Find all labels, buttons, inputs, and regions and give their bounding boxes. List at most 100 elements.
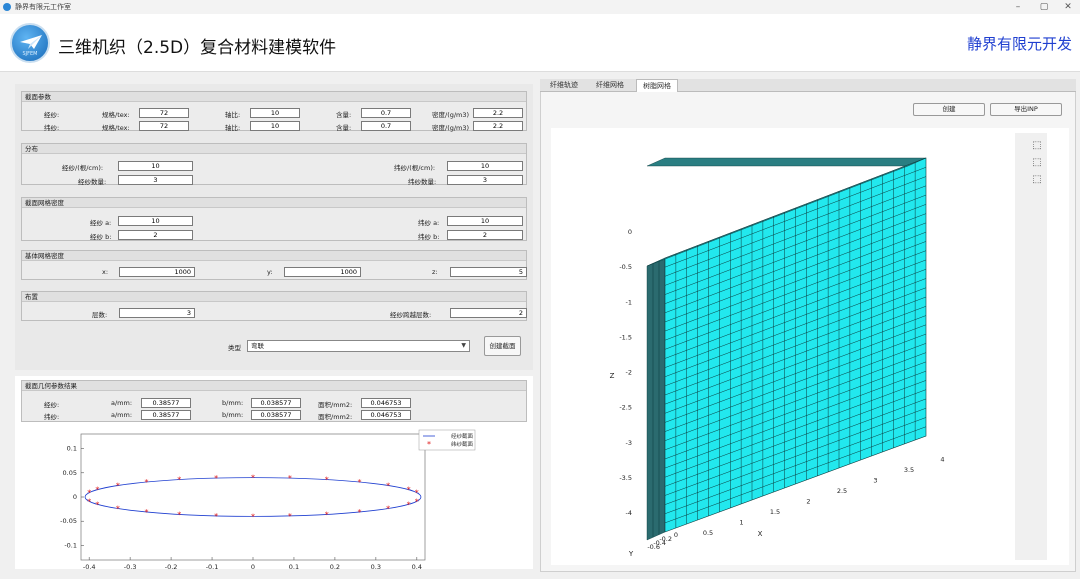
x-tick-label: 3 bbox=[873, 477, 877, 485]
y-tick-label: 0 bbox=[674, 531, 678, 539]
cross-layers-input[interactable] bbox=[450, 308, 527, 318]
warp-count-input[interactable] bbox=[118, 175, 193, 185]
weft-density-count-label: 纬纱/(根/cm): bbox=[394, 164, 436, 172]
cube-front-icon[interactable]: ⬚ bbox=[1031, 140, 1043, 152]
x-tick-label: 2 bbox=[806, 498, 810, 506]
warp-spec-input[interactable] bbox=[139, 108, 189, 118]
weft-section-marker: * bbox=[288, 474, 292, 483]
x-tick-label: 2.5 bbox=[837, 487, 847, 495]
weft-spec-label: 规格/tex: bbox=[102, 124, 130, 132]
z-input[interactable] bbox=[450, 267, 527, 277]
z-tick-label: -1.5 bbox=[619, 333, 632, 341]
section-params-title: 截面参数 bbox=[22, 92, 526, 102]
warp-content-input[interactable] bbox=[361, 108, 411, 118]
weft-section-marker: * bbox=[415, 497, 419, 506]
weft-section-marker: * bbox=[325, 476, 329, 485]
z-tick-label: 0 bbox=[628, 228, 632, 236]
weft-label: 纬纱: bbox=[44, 124, 60, 132]
warp-count-label: 经纱数量: bbox=[78, 178, 107, 186]
weft-a-label: 纬纱 a: bbox=[418, 219, 440, 227]
input-panel: 截面参数 经纱: 规格/tex: 轴比: 含量: 密度/(g/m3) 纬纱: 规… bbox=[15, 84, 533, 370]
y-input[interactable] bbox=[284, 267, 361, 277]
tab-fiber-mesh[interactable]: 纤维网格 bbox=[590, 79, 630, 92]
z-tick-label: -0.5 bbox=[619, 263, 632, 271]
weft-section-marker: * bbox=[95, 500, 99, 509]
close-button[interactable]: ✕ bbox=[1058, 0, 1078, 14]
x-tick-label: 0.5 bbox=[703, 529, 713, 537]
maximize-button[interactable]: ▢ bbox=[1034, 0, 1054, 14]
cube-side-icon[interactable]: ⬚ bbox=[1031, 157, 1043, 169]
y-label: y: bbox=[267, 268, 273, 276]
weft-section-marker: * bbox=[357, 508, 361, 517]
weft-density-count-input[interactable] bbox=[447, 161, 523, 171]
export-inp-button[interactable]: 导出INP bbox=[990, 103, 1062, 116]
chevron-down-icon: ▼ bbox=[461, 342, 466, 349]
geometry-panel: 截面几何参数结果 经纱: a/mm: b/mm: 面积/mm2: 纬纱: a/m… bbox=[15, 376, 533, 569]
resin-mesh-plot[interactable]: 0 -0.5 -1 -1.5 -2 -2.5 -3 -3.5 -4 Z 0.5 1 1.5 2 2.5 3 3.… bbox=[551, 128, 1069, 565]
weft-spec-input[interactable] bbox=[139, 121, 189, 131]
y-tick-label: -0.1 bbox=[64, 541, 77, 549]
section-params-group: 截面参数 经纱: 规格/tex: 轴比: 含量: 密度/(g/m3) 纬纱: 规… bbox=[21, 91, 527, 132]
mesh-viewport[interactable]: 0 -0.5 -1 -1.5 -2 -2.5 -3 -3.5 -4 Z 0.5 1 1.5 2 2.5 3 3.… bbox=[551, 128, 1069, 565]
warp-a-input[interactable] bbox=[118, 216, 193, 226]
section-mesh-title: 截面网格密度 bbox=[22, 198, 526, 208]
distribution-group: 分布 经纱/(根/cm): 纬纱/(根/cm): 经纱数量: 纬纱数量: bbox=[21, 143, 527, 186]
weft-content-label: 含量: bbox=[336, 124, 352, 132]
type-label: 类型 bbox=[228, 344, 241, 352]
z-tick-label: -2 bbox=[626, 369, 632, 377]
weft-section-marker: * bbox=[214, 474, 218, 483]
legend-weft-swatch: * bbox=[427, 440, 431, 449]
mesh-top-face bbox=[646, 157, 927, 167]
weft-content-input[interactable] bbox=[361, 121, 411, 131]
warp-ratio-input[interactable] bbox=[250, 108, 300, 118]
warp-density-count-label: 经纱/(根/cm): bbox=[62, 164, 104, 172]
weft-section-marker: * bbox=[407, 500, 411, 509]
x-tick-label: 0.4 bbox=[412, 563, 422, 569]
brand-label: 静界有限元开发 bbox=[966, 35, 1072, 53]
warp-density-count-input[interactable] bbox=[118, 161, 193, 171]
window-title: 静界有限元工作室 bbox=[15, 3, 71, 11]
type-select[interactable]: 弯联 ▼ bbox=[247, 340, 470, 352]
distribution-title: 分布 bbox=[22, 144, 526, 154]
minimize-button[interactable]: – bbox=[1008, 0, 1028, 14]
weft-density-label: 密度/(g/m3) bbox=[432, 124, 470, 132]
warp-ratio-label: 轴比: bbox=[225, 111, 241, 119]
warp-a-label: 经纱 a: bbox=[90, 219, 112, 227]
window-titlebar: 静界有限元工作室 – ▢ ✕ bbox=[0, 0, 1080, 14]
cube-iso-icon[interactable]: ⬚ bbox=[1031, 174, 1043, 186]
layers-input[interactable] bbox=[119, 308, 195, 318]
paper-plane-icon bbox=[20, 35, 42, 49]
warp-density-input[interactable] bbox=[473, 108, 523, 118]
x-tick-label: 1 bbox=[739, 519, 743, 527]
warp-spec-label: 规格/tex: bbox=[102, 111, 130, 119]
x-tick-label: 0.1 bbox=[289, 563, 299, 569]
x-input[interactable] bbox=[119, 267, 195, 277]
warp-content-label: 含量: bbox=[336, 111, 352, 119]
x-tick-label: -0.2 bbox=[165, 563, 178, 569]
legend-weft-label: 纬纱截面 bbox=[451, 440, 474, 448]
y-tick-label: -0.05 bbox=[60, 517, 77, 525]
weft-section-marker: * bbox=[145, 478, 149, 487]
matrix-mesh-title: 基体网格密度 bbox=[22, 251, 526, 261]
create-button[interactable]: 创建 bbox=[913, 103, 985, 116]
warp-b-input[interactable] bbox=[118, 230, 193, 240]
x-tick-label: -0.1 bbox=[206, 563, 219, 569]
weft-density-input[interactable] bbox=[473, 121, 523, 131]
weft-section-marker: * bbox=[145, 508, 149, 517]
create-section-button[interactable]: 创建截面 bbox=[484, 336, 521, 356]
y-tick-label: 0 bbox=[73, 493, 77, 501]
tab-resin-mesh[interactable]: 树脂网格 bbox=[636, 79, 678, 92]
z-label: z: bbox=[432, 268, 438, 276]
weft-count-input[interactable] bbox=[447, 175, 523, 185]
tab-fiber-trajectory[interactable]: 纤维轨迹 bbox=[544, 79, 584, 92]
weft-b-input[interactable] bbox=[447, 230, 523, 240]
x-tick-label: 0.2 bbox=[330, 563, 340, 569]
layout-title: 布置 bbox=[22, 292, 526, 302]
section-mesh-group: 截面网格密度 经纱 a: 纬纱 a: 经纱 b: 纬纱 b: bbox=[21, 197, 527, 241]
weft-section-marker: * bbox=[288, 512, 292, 521]
axes-toolbar bbox=[1015, 133, 1047, 560]
weft-ratio-input[interactable] bbox=[250, 121, 300, 131]
y-tick-label: -0.6 bbox=[647, 543, 660, 551]
weft-section-marker: * bbox=[177, 510, 181, 519]
weft-a-input[interactable] bbox=[447, 216, 523, 226]
